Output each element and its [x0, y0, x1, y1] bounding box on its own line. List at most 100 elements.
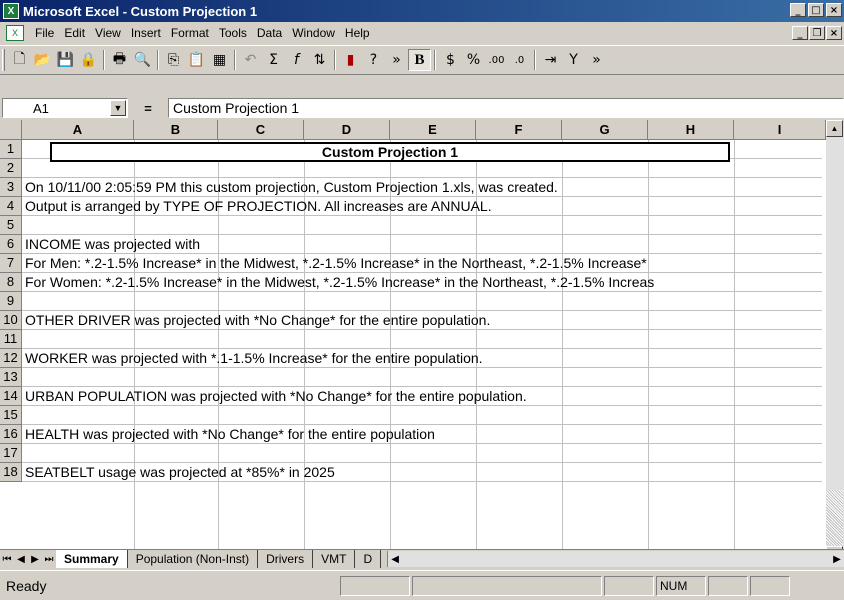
menu-help[interactable]: Help — [340, 24, 375, 42]
col-header-d[interactable]: D — [304, 120, 390, 140]
autosum-icon[interactable]: Σ — [262, 49, 285, 71]
currency-icon[interactable]: $ — [439, 49, 462, 71]
title-cell-a1[interactable]: Custom Projection 1 — [50, 142, 730, 162]
col-header-f[interactable]: F — [476, 120, 562, 140]
formula-input[interactable]: Custom Projection 1 — [168, 98, 844, 118]
row-content[interactable]: OTHER DRIVER was projected with *No Chan… — [22, 311, 822, 330]
row-content[interactable] — [22, 444, 822, 463]
scroll-up-icon[interactable]: ▲ — [826, 120, 843, 137]
row-header[interactable]: 10 — [0, 311, 22, 330]
scroll-thumb[interactable] — [826, 490, 843, 550]
row-header[interactable]: 16 — [0, 425, 22, 444]
row-header[interactable]: 2 — [0, 159, 22, 178]
next-sheet-icon[interactable]: ▶ — [28, 551, 42, 567]
doc-minimize-button[interactable]: _ — [792, 26, 808, 40]
col-header-h[interactable]: H — [648, 120, 734, 140]
menu-format[interactable]: Format — [166, 24, 214, 42]
doc-close-button[interactable]: × — [826, 26, 842, 40]
toolbar-grip[interactable] — [2, 49, 5, 71]
tab-population[interactable]: Population (Non-Inst) — [128, 550, 259, 568]
row-header[interactable]: 8 — [0, 273, 22, 292]
decrease-decimal-icon[interactable]: .0 — [508, 49, 531, 71]
menu-edit[interactable]: Edit — [59, 24, 90, 42]
horizontal-scrollbar[interactable]: ◀ ▶ — [387, 551, 844, 567]
new-icon[interactable]: 🗋 — [8, 49, 31, 71]
open-icon[interactable]: 📂 — [31, 49, 54, 71]
scroll-left-icon[interactable]: ◀ — [388, 551, 402, 567]
row-header[interactable]: 3 — [0, 178, 22, 197]
menu-view[interactable]: View — [90, 24, 126, 42]
row-header[interactable]: 12 — [0, 349, 22, 368]
menu-file[interactable]: File — [30, 24, 59, 42]
restore-button[interactable]: □ — [808, 3, 824, 17]
row-content[interactable]: On 10/11/00 2:05:59 PM this custom proje… — [22, 178, 822, 197]
row-header[interactable]: 14 — [0, 387, 22, 406]
last-sheet-icon[interactable]: ⏭ — [42, 551, 56, 567]
percent-icon[interactable]: % — [462, 49, 485, 71]
col-header-c[interactable]: C — [218, 120, 304, 140]
row-header[interactable]: 5 — [0, 216, 22, 235]
menu-window[interactable]: Window — [287, 24, 340, 42]
print-icon[interactable]: 🖶 — [108, 49, 131, 71]
chevron-down-icon[interactable]: ▼ — [110, 100, 126, 116]
select-all-corner[interactable] — [0, 120, 22, 140]
col-header-e[interactable]: E — [390, 120, 476, 140]
permission-icon[interactable]: 🔒 — [77, 49, 100, 71]
doc-restore-button[interactable]: ❐ — [809, 26, 825, 40]
minimize-button[interactable]: _ — [790, 3, 806, 17]
col-header-a[interactable]: A — [22, 120, 134, 140]
row-header[interactable]: 6 — [0, 235, 22, 254]
prev-sheet-icon[interactable]: ◀ — [14, 551, 28, 567]
row-header[interactable]: 18 — [0, 463, 22, 482]
tab-d[interactable]: D — [355, 550, 382, 568]
function-icon[interactable]: f — [285, 49, 308, 71]
row-header[interactable]: 4 — [0, 197, 22, 216]
close-button[interactable]: × — [826, 3, 842, 17]
print-preview-icon[interactable]: 🔍 — [131, 49, 154, 71]
tab-summary[interactable]: Summary — [56, 550, 128, 568]
row-content[interactable]: For Men: *.2-1.5% Increase* in the Midwe… — [22, 254, 822, 273]
row-content[interactable] — [22, 330, 822, 349]
indent-icon[interactable]: ⇥ — [539, 49, 562, 71]
row-content[interactable]: Output is arranged by TYPE OF PROJECTION… — [22, 197, 822, 216]
row-content[interactable]: WORKER was projected with *.1-1.5% Incre… — [22, 349, 822, 368]
menu-data[interactable]: Data — [252, 24, 287, 42]
tab-drivers[interactable]: Drivers — [258, 550, 314, 568]
name-box[interactable]: A1 ▼ — [2, 98, 128, 118]
more-buttons-icon-2[interactable]: » — [585, 49, 608, 71]
col-header-i[interactable]: I — [734, 120, 826, 140]
increase-decimal-icon[interactable]: .00 — [485, 49, 508, 71]
col-header-b[interactable]: B — [134, 120, 218, 140]
row-header[interactable]: 13 — [0, 368, 22, 387]
row-content[interactable] — [22, 368, 822, 387]
workbook-icon[interactable]: X — [6, 25, 24, 41]
scroll-right-icon[interactable]: ▶ — [830, 551, 844, 567]
undo-icon[interactable]: ↶ — [239, 49, 262, 71]
sort-icon[interactable]: ⇅ — [308, 49, 331, 71]
row-content[interactable]: For Women: *.2-1.5% Increase* in the Mid… — [22, 273, 822, 292]
filter-icon[interactable]: Y — [562, 49, 585, 71]
tab-vmt[interactable]: VMT — [313, 550, 356, 568]
row-content[interactable]: INCOME was projected with — [22, 235, 822, 254]
equals-button[interactable]: = — [128, 101, 168, 116]
row-content[interactable]: SEATBELT usage was projected at *85%* in… — [22, 463, 822, 482]
save-icon[interactable]: 💾 — [54, 49, 77, 71]
row-header[interactable]: 11 — [0, 330, 22, 349]
help-icon[interactable]: ? — [362, 49, 385, 71]
col-header-g[interactable]: G — [562, 120, 648, 140]
paste-special-icon[interactable]: ▦ — [208, 49, 231, 71]
worksheet-grid[interactable]: A B C D E F G H I 1 2 3 On 10/11/00 2:05:59… — [0, 120, 844, 564]
first-sheet-icon[interactable]: ⏮ — [0, 551, 14, 567]
chart-icon[interactable]: ▮ — [339, 49, 362, 71]
row-content[interactable] — [22, 216, 822, 235]
row-header[interactable]: 17 — [0, 444, 22, 463]
row-header[interactable]: 15 — [0, 406, 22, 425]
row-header[interactable]: 7 — [0, 254, 22, 273]
bold-icon[interactable]: B — [408, 49, 431, 71]
row-header[interactable]: 9 — [0, 292, 22, 311]
paste-icon[interactable]: 📋 — [185, 49, 208, 71]
vertical-scrollbar[interactable]: ▲ ▼ — [826, 120, 844, 564]
row-content[interactable]: URBAN POPULATION was projected with *No … — [22, 387, 822, 406]
more-buttons-icon[interactable]: » — [385, 49, 408, 71]
row-content[interactable] — [22, 292, 822, 311]
